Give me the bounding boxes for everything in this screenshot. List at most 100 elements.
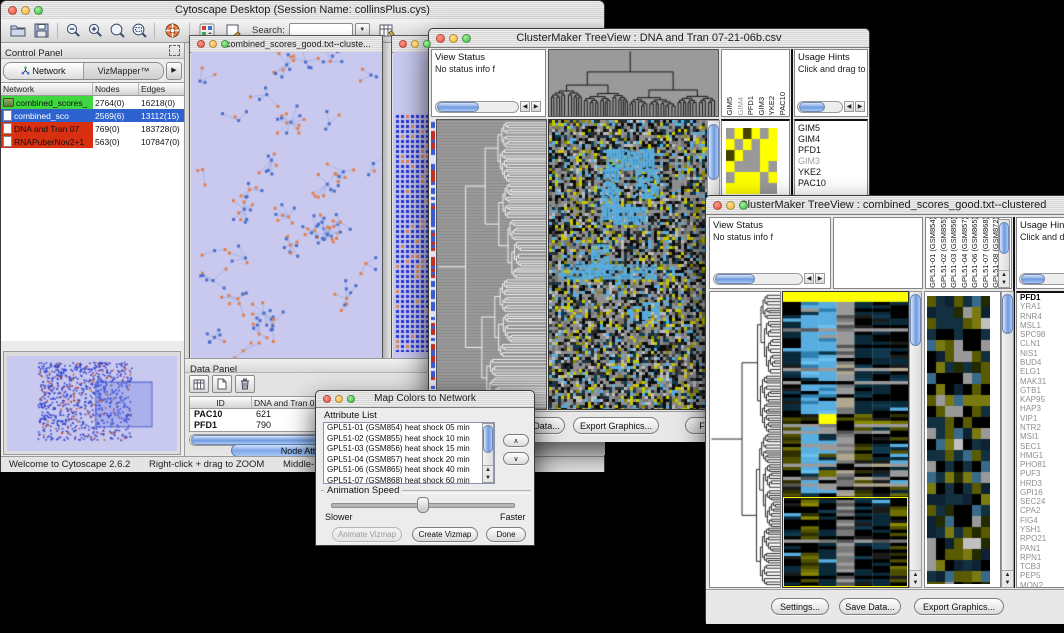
scroll-right-icon[interactable]: ▶: [531, 101, 541, 112]
network-table-row[interactable]: combined_scores_ 2764(0) 16218(0): [1, 96, 184, 109]
gene-label[interactable]: BUD4: [1020, 358, 1064, 367]
new-attribute-icon[interactable]: [212, 375, 232, 393]
column-label[interactable]: GIM3: [757, 97, 768, 115]
attribute-listbox[interactable]: GPL51-01 (GSM854) heat shock 05 minGPL51…: [323, 422, 495, 484]
move-down-button[interactable]: ∨: [503, 452, 529, 465]
gene-label[interactable]: SEC1: [1020, 442, 1064, 451]
gene-label[interactable]: PAN1: [1020, 544, 1064, 553]
create-vizmap-button[interactable]: Create Vizmap: [412, 527, 478, 542]
scroll-left-icon[interactable]: ◀: [804, 273, 814, 284]
gene-label[interactable]: PHO81: [1020, 460, 1064, 469]
minimize-button[interactable]: [449, 34, 458, 43]
tv2-column-dendrogram[interactable]: [833, 217, 923, 289]
tv2-heatmap-vscrollbar[interactable]: ▲▼: [909, 291, 922, 588]
gene-label[interactable]: MSI1: [1020, 432, 1064, 441]
zoom-button[interactable]: [462, 34, 471, 43]
close-button[interactable]: [713, 201, 722, 210]
column-label[interactable]: GPL51-03 (GSM856): [949, 217, 960, 288]
gene-label[interactable]: SPC98: [1020, 330, 1064, 339]
scroll-left-icon[interactable]: ◀: [844, 101, 854, 112]
minimize-button[interactable]: [726, 201, 735, 210]
save-session-icon[interactable]: [29, 21, 53, 40]
tv1-column-dendrogram[interactable]: [548, 49, 719, 117]
tv1-gene-dendrogram[interactable]: [436, 119, 547, 410]
minimize-button[interactable]: [209, 40, 217, 48]
tv2-gene-dendrogram[interactable]: [709, 291, 781, 588]
tab-network[interactable]: Network: [4, 63, 84, 79]
gene-label[interactable]: ELG1: [1020, 367, 1064, 376]
gene-label[interactable]: YKE2: [798, 167, 867, 178]
gene-label[interactable]: NIS1: [1020, 349, 1064, 358]
gene-label[interactable]: GIM5: [798, 123, 867, 134]
zoom-button[interactable]: [221, 40, 229, 48]
column-label[interactable]: GPL51-01 (GSM854): [928, 217, 939, 288]
column-labels-vscrollbar[interactable]: ▲▼: [998, 219, 1010, 288]
gene-tree-canvas[interactable]: [437, 120, 546, 409]
zoom-button[interactable]: [347, 395, 355, 403]
view-status-hscrollbar[interactable]: ◀ ▶: [713, 272, 825, 285]
gene-label[interactable]: PUF3: [1020, 469, 1064, 478]
animate-vizmap-button[interactable]: Animate Vizmap: [332, 527, 402, 542]
birdseye-canvas[interactable]: [7, 356, 177, 451]
gene-label[interactable]: HAP3: [1020, 404, 1064, 413]
scroll-arrows[interactable]: ▲▼: [910, 570, 921, 587]
gene-label[interactable]: HMG1: [1020, 451, 1064, 460]
gene-label[interactable]: MAK31: [1020, 377, 1064, 386]
attribute-item[interactable]: GPL51-07 (GSM868) heat shock 60 min: [324, 476, 494, 485]
attribute-item[interactable]: GPL51-04 (GSM857) heat shock 20 min: [324, 455, 494, 466]
zoom-selected-icon[interactable]: [128, 21, 150, 40]
network-table-row[interactable]: RNAPuberNov2+1 563(0) 107847(0): [1, 135, 184, 148]
zoom-out-icon[interactable]: [62, 21, 84, 40]
scroll-arrows[interactable]: ▲▼: [483, 465, 493, 482]
tv1-heatmap-panel[interactable]: [548, 119, 719, 410]
gene-label[interactable]: VIP1: [1020, 414, 1064, 423]
zoom-heatmap-canvas[interactable]: [927, 296, 990, 584]
select-attributes-icon[interactable]: [189, 375, 209, 393]
tab-overflow-icon[interactable]: ▶: [166, 62, 182, 80]
save-data-button[interactable]: Save Data...: [839, 598, 901, 615]
minimize-button[interactable]: [335, 395, 343, 403]
tv2-zoom-vscrollbar[interactable]: ▲▼: [1001, 291, 1014, 588]
usage-hints-hscrollbar[interactable]: ◀ ▶: [797, 100, 865, 113]
move-up-button[interactable]: ∧: [503, 434, 529, 447]
close-button[interactable]: [197, 40, 205, 48]
tab-vizmapper[interactable]: VizMapper™: [84, 63, 163, 79]
gene-label[interactable]: NTR2: [1020, 423, 1064, 432]
gene-tree-canvas[interactable]: [710, 292, 780, 587]
attribute-item[interactable]: GPL51-03 (GSM856) heat shock 15 min: [324, 444, 494, 455]
scroll-arrows[interactable]: ▲▼: [999, 270, 1009, 287]
gene-label[interactable]: KAP95: [1020, 395, 1064, 404]
gene-label[interactable]: MON2: [1020, 581, 1064, 588]
column-label[interactable]: GPL51-06 (GSM865): [970, 217, 981, 288]
export-graphics-button[interactable]: Export Graphics...: [573, 417, 659, 434]
heatmap-canvas[interactable]: [549, 120, 718, 409]
close-button[interactable]: [323, 395, 331, 403]
network-table-row[interactable]: combined_sco 2569(6) 13112(15): [1, 109, 184, 122]
column-label[interactable]: GPL51-07 (GSM868): [981, 217, 992, 288]
gene-label[interactable]: GPI16: [1020, 488, 1064, 497]
column-label[interactable]: GIM5: [725, 97, 736, 115]
scroll-arrows[interactable]: ▲▼: [1002, 570, 1013, 587]
zoom-fit-icon[interactable]: [106, 21, 128, 40]
gene-label[interactable]: PAC10: [798, 178, 867, 189]
gene-label[interactable]: GIM4: [798, 134, 867, 145]
gene-label[interactable]: YRA1: [1020, 302, 1064, 311]
minimize-button[interactable]: [411, 40, 419, 48]
gene-label[interactable]: HRD3: [1020, 479, 1064, 488]
tv2-heatmap-panel[interactable]: [782, 291, 909, 588]
gene-label[interactable]: YSH1: [1020, 525, 1064, 534]
gene-label[interactable]: GIM3: [798, 156, 867, 167]
open-session-icon[interactable]: [7, 21, 29, 40]
animation-speed-slider-thumb[interactable]: [417, 497, 429, 513]
column-label[interactable]: PFD1: [746, 96, 757, 115]
zoom-in-icon[interactable]: [84, 21, 106, 40]
close-button[interactable]: [8, 6, 17, 15]
close-button[interactable]: [436, 34, 445, 43]
delete-attribute-icon[interactable]: [235, 375, 255, 393]
scroll-left-icon[interactable]: ◀: [520, 101, 530, 112]
view-status-hscrollbar[interactable]: ◀ ▶: [435, 100, 541, 113]
tv2-zoom-panel[interactable]: [924, 291, 1001, 588]
column-label[interactable]: YKE2: [767, 96, 778, 115]
column-label[interactable]: GIM4: [736, 97, 747, 115]
network-table-row[interactable]: DNA and Tran 07 769(0) 183728(0): [1, 122, 184, 135]
